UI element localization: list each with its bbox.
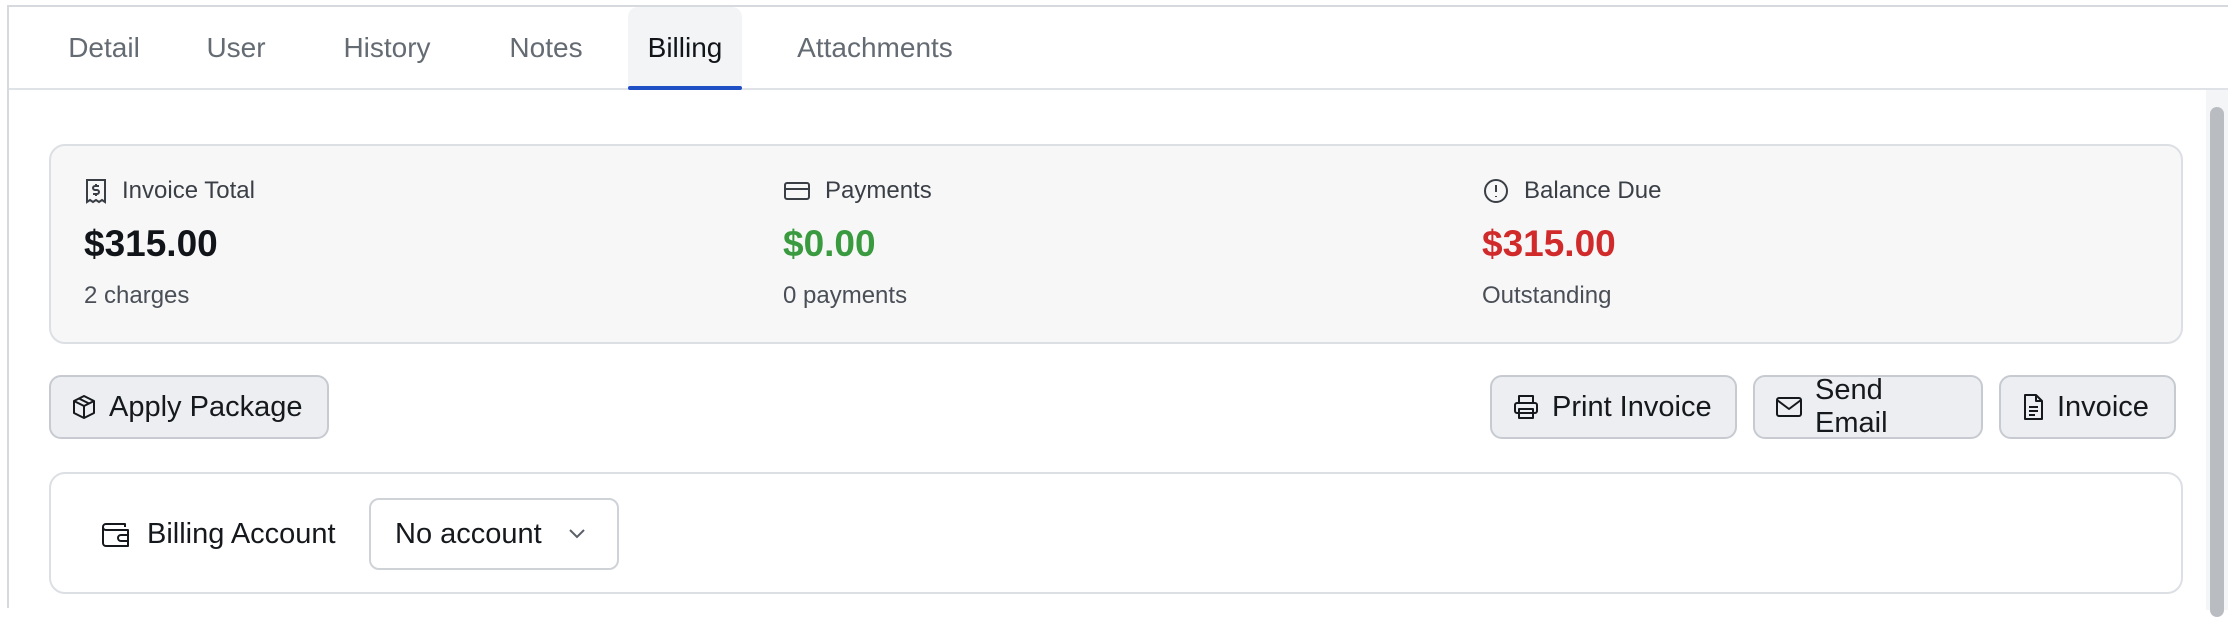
tab-label: Attachments <box>797 31 953 63</box>
payments-value: $0.00 <box>783 223 876 264</box>
tab-bar: Detail User History Notes Billing Attach… <box>9 7 2228 90</box>
billing-account-card: Billing Account No account <box>49 472 2183 594</box>
receipt-dollar-icon <box>84 178 108 204</box>
credit-card-icon <box>783 180 811 202</box>
tab-billing[interactable]: Billing <box>628 7 742 90</box>
mail-icon <box>1775 395 1803 419</box>
tab-user[interactable]: User <box>191 7 281 88</box>
balance-due-subtext: Outstanding <box>1482 282 1612 309</box>
invoice-button[interactable]: Invoice <box>1999 375 2176 439</box>
print-invoice-label: Print Invoice <box>1552 390 1712 423</box>
alert-circle-icon <box>1482 177 1510 205</box>
billing-panel: Detail User History Notes Billing Attach… <box>7 5 2228 617</box>
send-email-label: Send Email <box>1815 374 1888 439</box>
tab-label: History <box>343 31 431 63</box>
invoice-label: Invoice <box>2057 390 2149 423</box>
tab-notes[interactable]: Notes <box>491 7 601 88</box>
tab-history[interactable]: History <box>325 7 449 88</box>
package-icon <box>71 394 97 420</box>
tab-label: User <box>206 31 266 63</box>
wallet-icon <box>101 520 133 550</box>
billing-account-label: Billing Account <box>147 518 336 550</box>
chevron-down-icon <box>567 526 587 540</box>
apply-package-button[interactable]: Apply Package <box>49 375 329 439</box>
document-icon <box>2021 393 2045 421</box>
payments-label: Payments <box>825 177 932 204</box>
send-email-button[interactable]: Send Email <box>1753 374 1983 439</box>
invoice-total-stat: Invoice Total $315.00 2 charges <box>84 176 684 310</box>
tab-attachments[interactable]: Attachments <box>785 7 965 88</box>
printer-icon <box>1512 393 1540 421</box>
balance-due-value: $315.00 <box>1482 223 1616 264</box>
invoice-total-label: Invoice Total <box>122 177 255 204</box>
payments-stat: Payments $0.00 0 payments <box>783 176 1383 310</box>
tab-label: Notes <box>509 31 583 63</box>
print-invoice-button[interactable]: Print Invoice <box>1490 375 1737 439</box>
balance-due-stat: Balance Due $315.00 Outstanding <box>1482 176 2082 310</box>
payments-subtext: 0 payments <box>783 282 908 309</box>
billing-account-selected-value: No account <box>395 517 542 550</box>
apply-package-label: Apply Package <box>109 390 303 423</box>
tab-label: Billing <box>647 31 723 63</box>
invoice-total-value: $315.00 <box>84 223 218 264</box>
scrollbar-thumb[interactable] <box>2210 107 2224 617</box>
tab-detail[interactable]: Detail <box>49 7 159 88</box>
tab-label: Detail <box>68 31 140 63</box>
invoice-total-subtext: 2 charges <box>84 282 190 309</box>
billing-summary-card: Invoice Total $315.00 2 charges Payments… <box>49 144 2183 344</box>
balance-due-label: Balance Due <box>1524 177 1662 204</box>
billing-account-select[interactable]: No account <box>369 498 619 570</box>
